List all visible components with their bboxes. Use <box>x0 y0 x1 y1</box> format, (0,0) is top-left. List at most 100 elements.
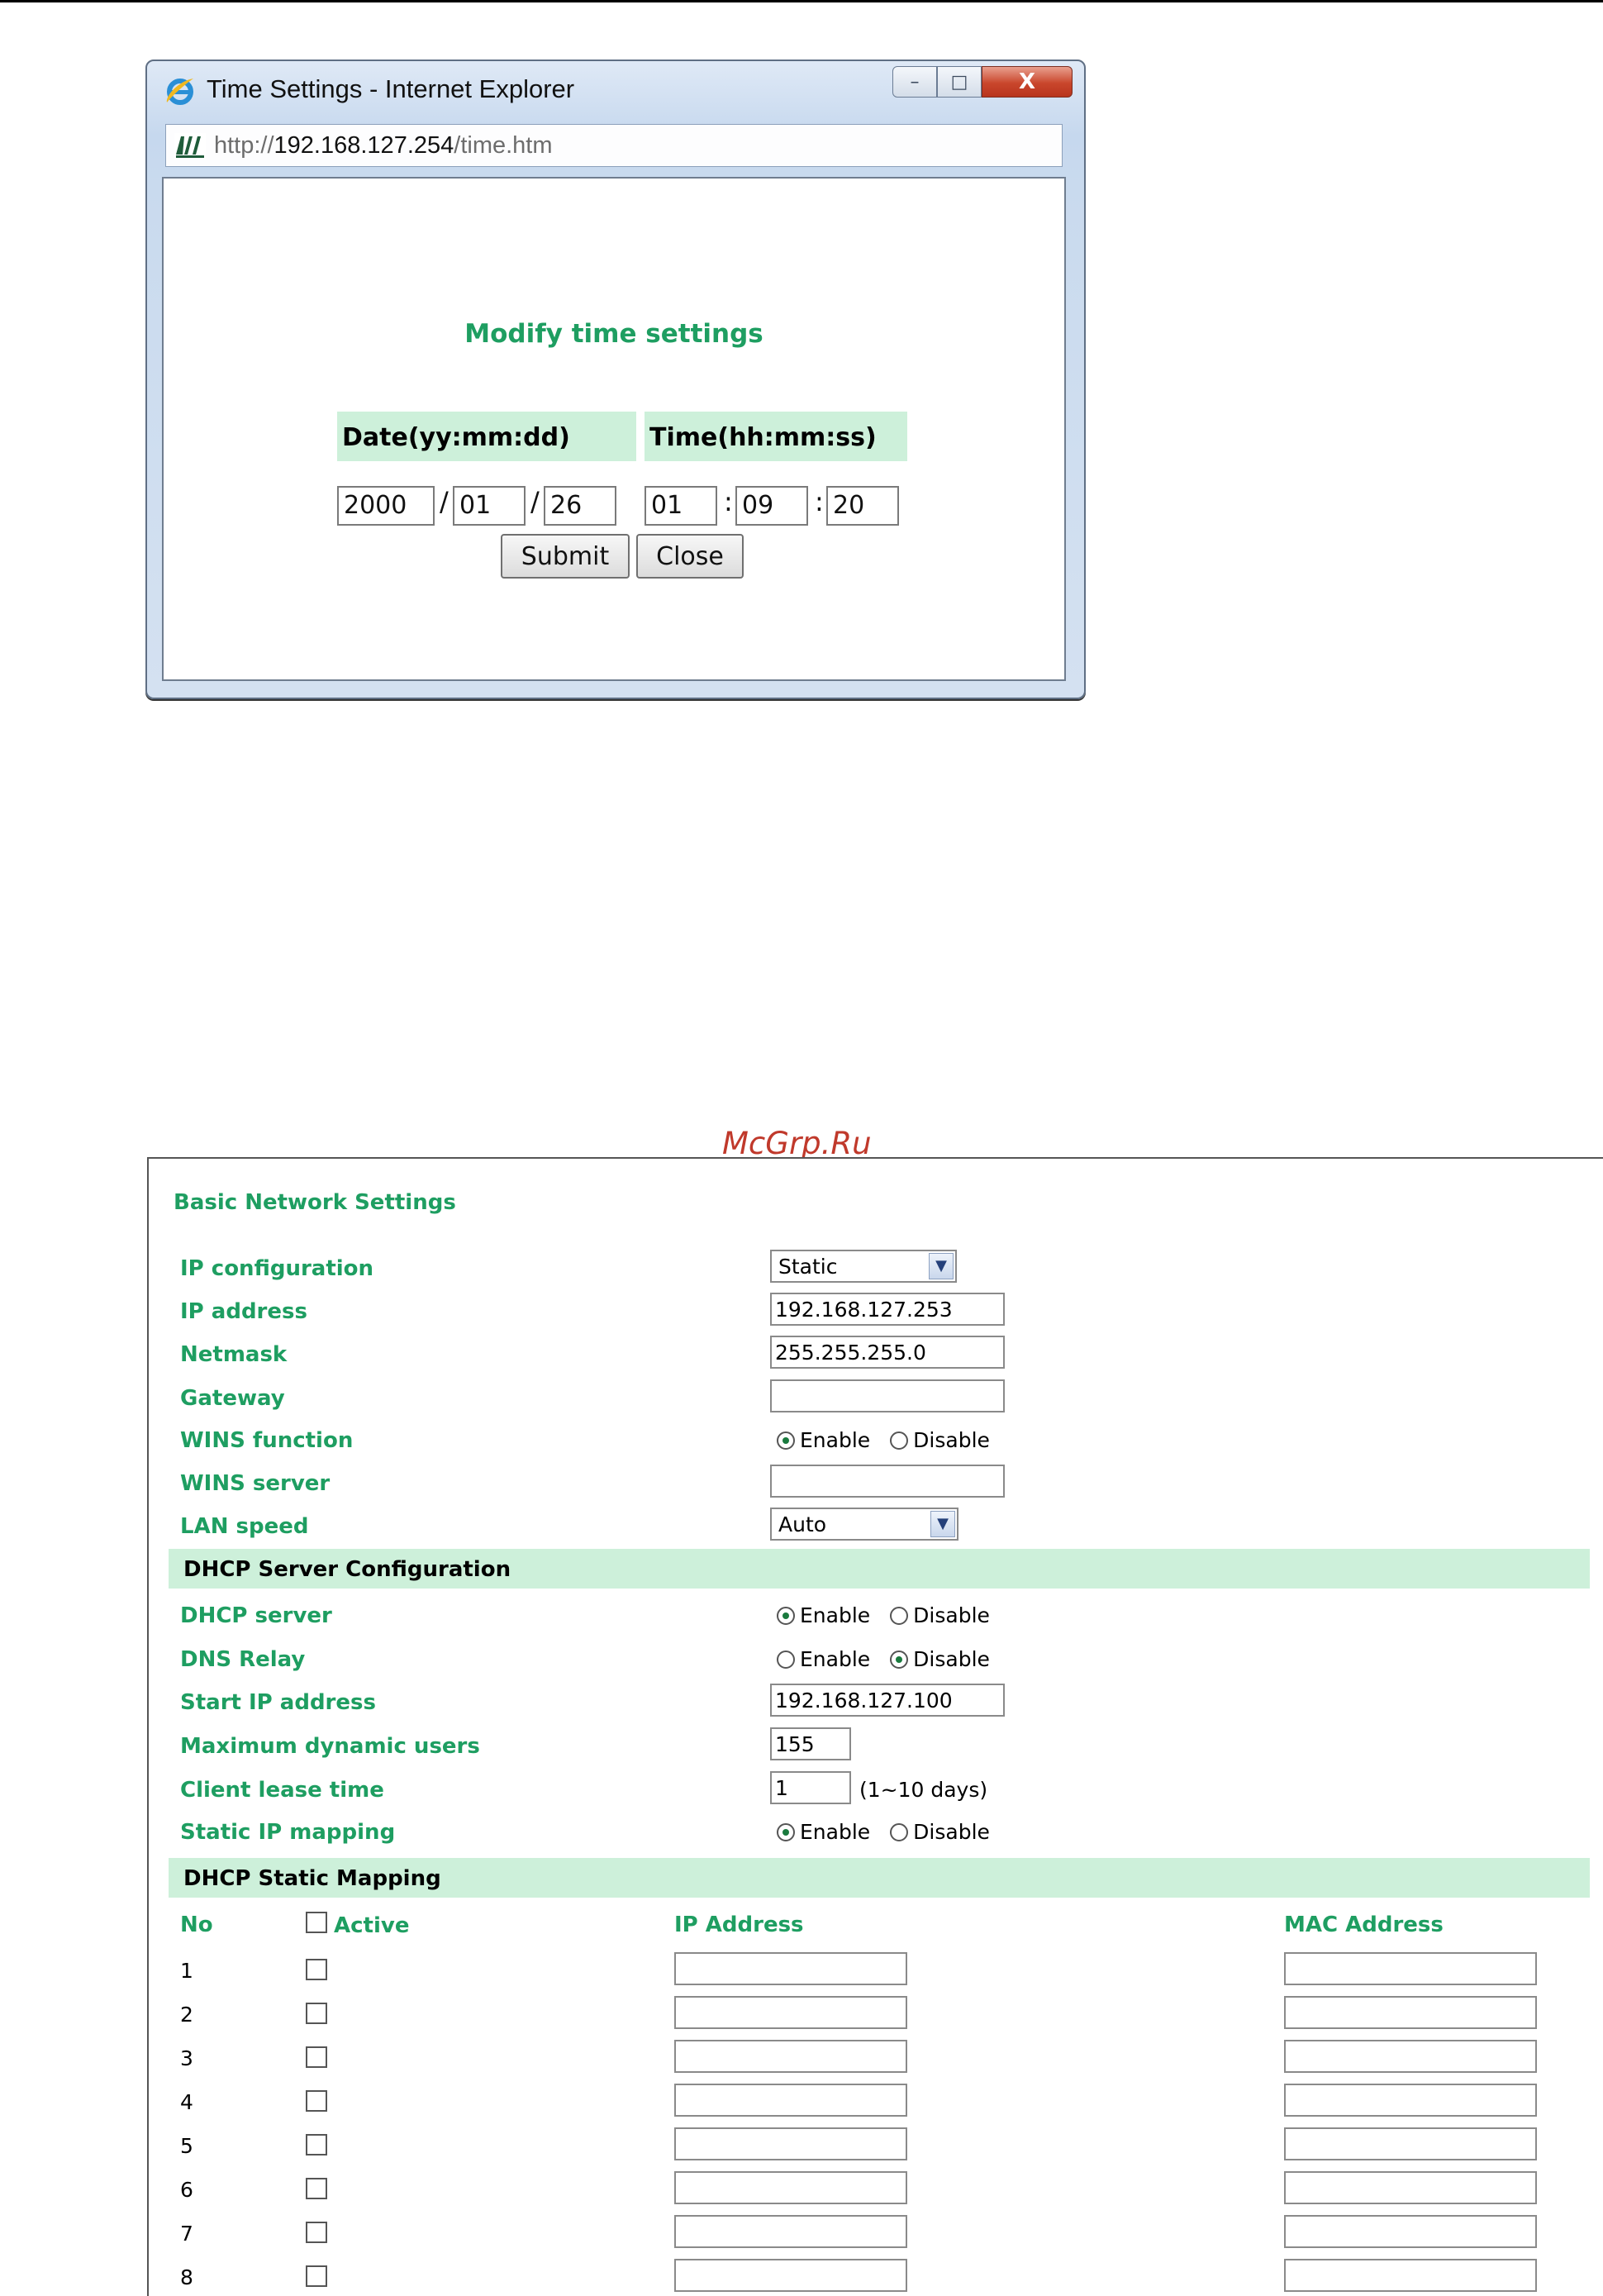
ip-address-label: IP address <box>180 1299 307 1324</box>
row-ip-address-input[interactable] <box>674 2215 907 2248</box>
row-mac-address-input[interactable] <box>1284 2040 1537 2073</box>
day-input[interactable]: 26 <box>544 486 616 526</box>
row-mac-address-input[interactable] <box>1284 1952 1537 1985</box>
row-mac-address-input[interactable] <box>1284 2084 1537 2117</box>
radio-label: Disable <box>913 1603 990 1627</box>
lease-time-hint: (1~10 days) <box>859 1778 988 1802</box>
gateway-input[interactable] <box>770 1379 1005 1412</box>
ip-configuration-label: IP configuration <box>180 1256 374 1281</box>
row-active-checkbox[interactable] <box>306 1959 327 1980</box>
row-number: 1 <box>180 1959 193 1983</box>
row-ip-address-input[interactable] <box>674 2259 907 2292</box>
row-active-checkbox[interactable] <box>306 2134 327 2155</box>
row-number: 8 <box>180 2265 193 2289</box>
row-number: 3 <box>180 2046 193 2070</box>
start-ip-input[interactable]: 192.168.127.100 <box>770 1684 1005 1717</box>
row-ip-address-input[interactable] <box>674 1952 907 1985</box>
row-active-checkbox[interactable] <box>306 2090 327 2112</box>
dns-relay-label: DNS Relay <box>180 1647 306 1672</box>
static-mapping-disable-radio[interactable] <box>890 1822 909 1841</box>
window-controls: – □ X <box>892 66 1073 99</box>
row-ip-address-input[interactable] <box>674 2127 907 2160</box>
address-bar[interactable]: http://192.168.127.254/time.htm <box>165 124 1063 167</box>
time-separator: : <box>724 486 733 517</box>
row-mac-address-input[interactable] <box>1284 1996 1537 2029</box>
page-content: Modify time settings Date(yy:mm:dd) Time… <box>162 177 1066 681</box>
lan-speed-value: Auto <box>778 1512 827 1536</box>
year-input[interactable]: 2000 <box>337 486 435 526</box>
wins-enable-radio[interactable] <box>777 1431 795 1450</box>
wins-disable-radio[interactable] <box>890 1431 909 1450</box>
modify-time-heading: Modify time settings <box>464 319 763 349</box>
row-ip-address-input[interactable] <box>674 1996 907 2029</box>
window-titlebar[interactable]: Time Settings - Internet Explorer – □ X <box>147 61 1084 119</box>
dhcp-server-radio-group: Enable Disable <box>777 1603 1010 1627</box>
row-active-checkbox[interactable] <box>306 2003 327 2024</box>
ip-configuration-value: Static <box>778 1255 838 1279</box>
radio-label: Disable <box>913 1428 990 1452</box>
chevron-down-icon[interactable]: ▼ <box>929 1253 954 1279</box>
wins-function-label: WINS function <box>180 1428 354 1453</box>
radio-label: Disable <box>913 1647 990 1671</box>
start-ip-label: Start IP address <box>180 1690 376 1715</box>
submit-button[interactable]: Submit <box>501 534 630 579</box>
dns-relay-enable-radio[interactable] <box>777 1650 795 1669</box>
time-header: Time(hh:mm:ss) <box>645 412 907 461</box>
ip-configuration-select[interactable]: Static ▼ <box>770 1250 957 1283</box>
date-separator: / <box>530 486 540 517</box>
dhcp-server-label: DHCP server <box>180 1603 332 1628</box>
address-url: http://192.168.127.254/time.htm <box>214 132 553 160</box>
row-active-checkbox[interactable] <box>306 2265 327 2287</box>
row-mac-address-input[interactable] <box>1284 2215 1537 2248</box>
panel-title: Basic Network Settings <box>174 1190 456 1215</box>
hour-input[interactable]: 01 <box>645 486 717 526</box>
maximize-button[interactable]: □ <box>937 66 982 98</box>
row-mac-address-input[interactable] <box>1284 2171 1537 2204</box>
row-active-checkbox[interactable] <box>306 2222 327 2243</box>
second-input[interactable]: 20 <box>826 486 899 526</box>
col-active-header: Active <box>334 1913 410 1938</box>
col-no-header: No <box>180 1913 213 1937</box>
close-button[interactable]: Close <box>636 534 744 579</box>
row-active-checkbox[interactable] <box>306 2178 327 2199</box>
row-ip-address-input[interactable] <box>674 2040 907 2073</box>
lease-time-input[interactable]: 1 <box>770 1771 851 1804</box>
row-number: 6 <box>180 2178 193 2202</box>
row-ip-address-input[interactable] <box>674 2171 907 2204</box>
url-scheme: http:// <box>214 132 274 159</box>
ip-address-input[interactable]: 192.168.127.253 <box>770 1293 1005 1326</box>
radio-label: Enable <box>800 1820 871 1844</box>
time-settings-window: Time Settings - Internet Explorer – □ X … <box>145 60 1086 699</box>
lan-speed-select[interactable]: Auto ▼ <box>770 1508 958 1541</box>
moxa-favicon-icon <box>174 133 206 160</box>
minute-input[interactable]: 09 <box>735 486 808 526</box>
row-number: 2 <box>180 2003 193 2027</box>
date-separator: / <box>440 486 449 517</box>
basic-network-settings-panel: Basic Network Settings IP configuration … <box>147 1157 1603 2296</box>
row-mac-address-input[interactable] <box>1284 2127 1537 2160</box>
wins-server-input[interactable] <box>770 1465 1005 1498</box>
static-ip-mapping-radio-group: Enable Disable <box>777 1820 1010 1844</box>
netmask-input[interactable]: 255.255.255.0 <box>770 1336 1005 1369</box>
dhcp-enable-radio[interactable] <box>777 1606 795 1625</box>
row-ip-address-input[interactable] <box>674 2084 907 2117</box>
date-header: Date(yy:mm:dd) <box>337 412 636 461</box>
radio-label: Enable <box>800 1603 871 1627</box>
static-mapping-enable-radio[interactable] <box>777 1822 795 1841</box>
max-users-input[interactable]: 155 <box>770 1727 851 1760</box>
chevron-down-icon[interactable]: ▼ <box>930 1511 955 1537</box>
internet-explorer-icon <box>166 79 193 105</box>
dhcp-server-section: DHCP Server Configuration <box>169 1549 1590 1589</box>
month-input[interactable]: 01 <box>453 486 526 526</box>
dns-relay-disable-radio[interactable] <box>890 1650 909 1669</box>
row-active-checkbox[interactable] <box>306 2046 327 2068</box>
url-path: /time.htm <box>454 132 553 159</box>
close-window-button[interactable]: X <box>982 66 1073 98</box>
dhcp-disable-radio[interactable] <box>890 1606 909 1625</box>
row-mac-address-input[interactable] <box>1284 2259 1537 2292</box>
page-top-rule <box>0 0 1603 2</box>
minimize-button[interactable]: – <box>892 66 937 98</box>
radio-label: Enable <box>800 1647 871 1671</box>
section-title: DHCP Static Mapping <box>183 1866 441 1891</box>
select-all-active-checkbox[interactable] <box>306 1912 327 1933</box>
